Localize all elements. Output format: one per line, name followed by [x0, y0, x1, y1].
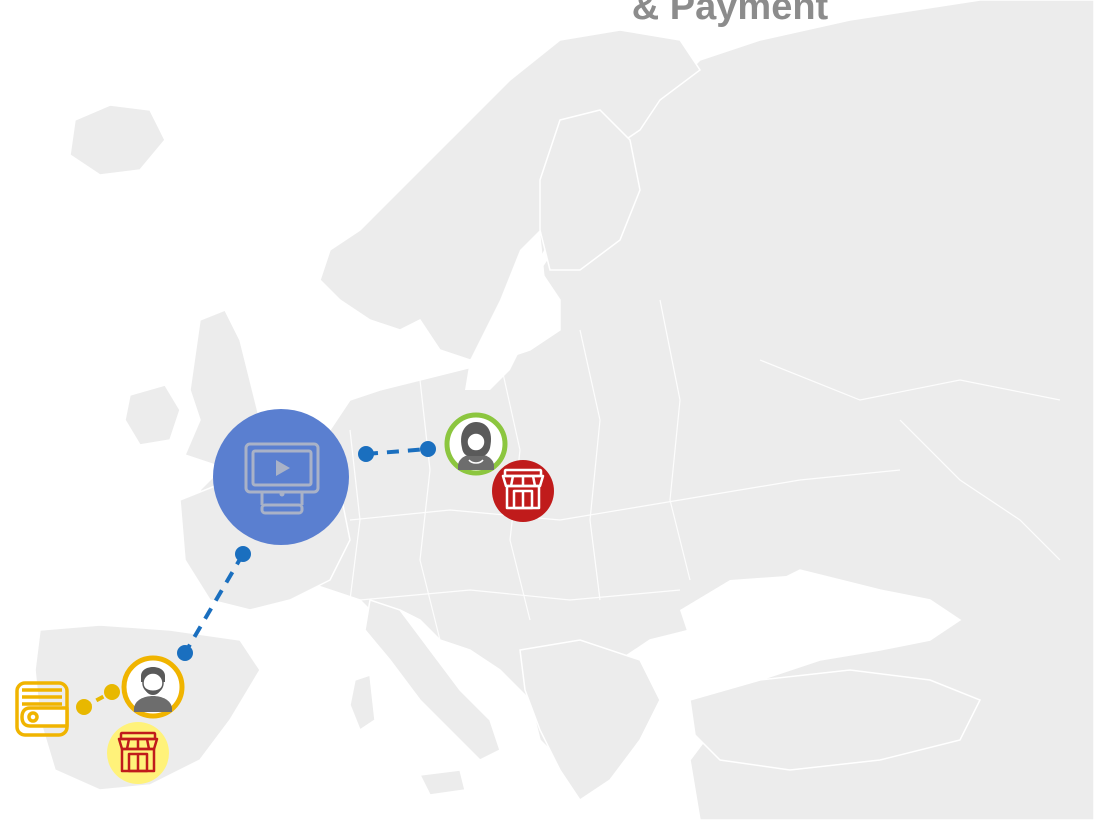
europe-map [15, 0, 1094, 820]
wallet-node[interactable] [15, 681, 69, 737]
connector-dot [420, 441, 436, 457]
user-south-node[interactable] [121, 655, 185, 719]
connector-dot [177, 645, 193, 661]
connector-dot [104, 684, 120, 700]
shop-south-node[interactable] [107, 722, 169, 784]
connector-dot [235, 546, 251, 562]
land-iceland [69, 104, 166, 176]
land-balkans [519, 639, 661, 802]
connector-dot [358, 446, 374, 462]
shop-north-node[interactable] [492, 460, 554, 522]
user-north-node[interactable] [444, 412, 508, 476]
wallet-icon [15, 681, 69, 737]
hub-node[interactable] [213, 409, 349, 545]
land-sardinia [349, 673, 376, 732]
connector-dot [76, 699, 92, 715]
land-masses [34, 0, 1094, 820]
land-ireland [124, 384, 181, 446]
land-sicily [418, 769, 466, 796]
